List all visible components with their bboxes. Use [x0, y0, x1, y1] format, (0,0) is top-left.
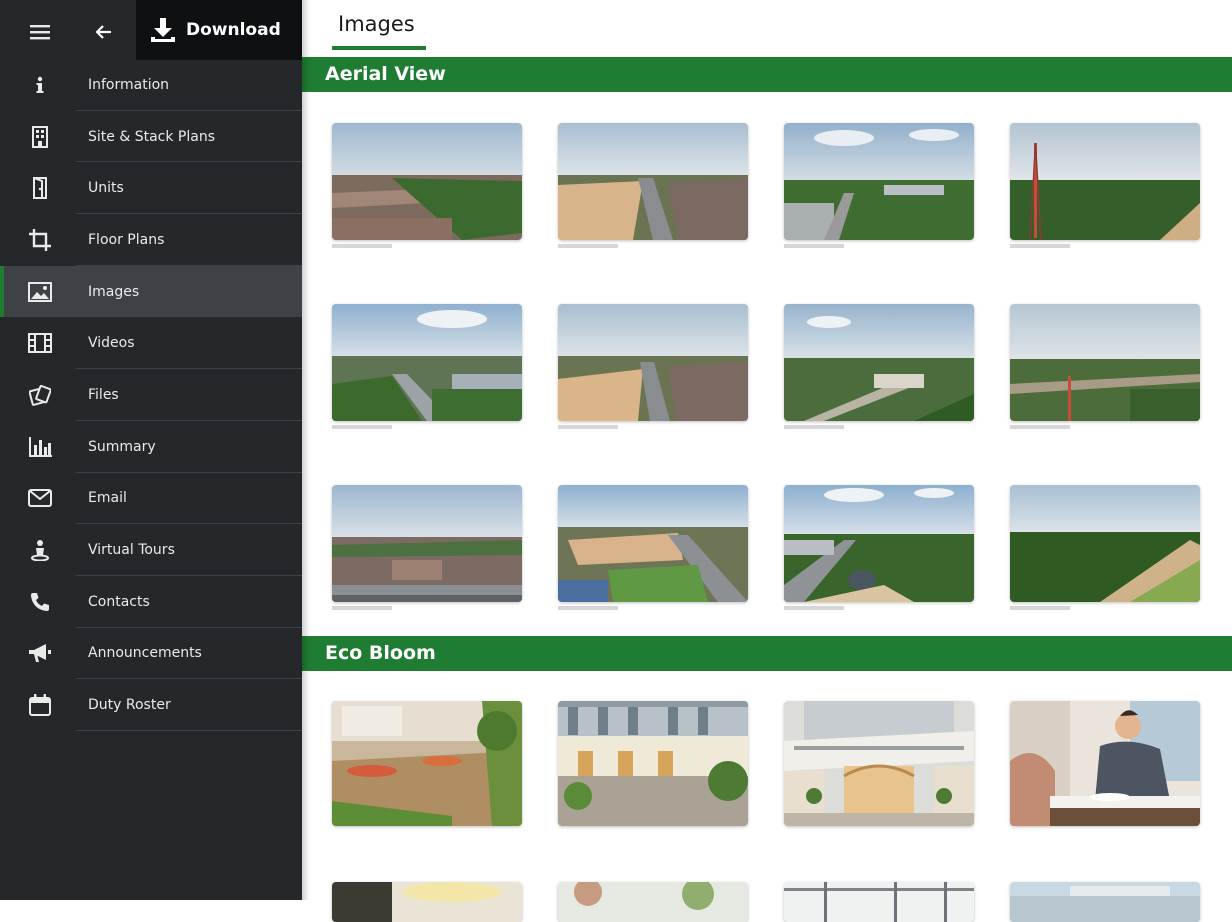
sidebar-item-label: Virtual Tours	[88, 542, 175, 559]
image-caption	[332, 425, 392, 429]
image-caption	[558, 606, 618, 610]
image-thumbnail[interactable]	[784, 123, 974, 240]
menu-button[interactable]	[22, 18, 58, 46]
divider	[76, 729, 302, 731]
image-thumbnail[interactable]	[1010, 882, 1200, 922]
section-header-aerial-view: Aerial View	[302, 57, 1232, 92]
image-thumbnail[interactable]	[558, 485, 748, 602]
image-thumbnail[interactable]	[332, 485, 522, 602]
image-thumbnail[interactable]	[332, 123, 522, 240]
files-icon	[26, 381, 54, 409]
image-thumbnail[interactable]	[1010, 485, 1200, 602]
image-thumbnail[interactable]	[332, 701, 522, 826]
crop-icon	[26, 226, 54, 254]
calendar-icon	[26, 691, 54, 719]
mail-icon	[26, 484, 54, 512]
section-header-eco-bloom: Eco Bloom	[302, 636, 1232, 671]
sidebar-item-summary[interactable]: Summary	[0, 421, 302, 473]
image-thumbnail[interactable]	[558, 701, 748, 826]
sidebar-item-label: Duty Roster	[88, 697, 171, 714]
info-icon	[26, 71, 54, 99]
image-caption	[1010, 606, 1070, 610]
sidebar-item-label: Email	[88, 490, 127, 507]
image-caption	[558, 425, 618, 429]
tab-label: Images	[338, 12, 415, 36]
image-caption	[784, 244, 844, 248]
image-caption	[332, 606, 392, 610]
sidebar: Download Information Site & Stack Plans …	[0, 0, 302, 900]
image-thumbnail[interactable]	[784, 701, 974, 826]
megaphone-icon	[26, 639, 54, 667]
sidebar-item-label: Information	[88, 76, 170, 93]
image-caption	[332, 244, 392, 248]
bar-chart-icon	[26, 433, 54, 461]
sidebar-item-units[interactable]: Units	[0, 162, 302, 215]
tab-underline	[332, 46, 426, 50]
sidebar-item-label: Site & Stack Plans	[88, 128, 215, 145]
image-thumbnail[interactable]	[558, 882, 748, 922]
sidebar-item-images[interactable]: Images	[0, 265, 302, 318]
sidebar-item-label: Images	[88, 283, 140, 300]
image-thumbnail[interactable]	[558, 304, 748, 421]
image-thumbnail[interactable]	[332, 882, 522, 922]
image-caption	[558, 244, 618, 248]
sidebar-item-floor-plans[interactable]: Floor Plans	[0, 214, 302, 266]
arrow-left-icon	[96, 25, 111, 39]
image-thumbnail[interactable]	[1010, 123, 1200, 240]
sidebar-item-email[interactable]: Email	[0, 473, 302, 525]
tab-images[interactable]: Images	[332, 0, 426, 50]
sidebar-item-label: Announcements	[88, 645, 202, 662]
image-thumbnail[interactable]	[784, 882, 974, 922]
image-thumbnail[interactable]	[784, 304, 974, 421]
image-thumbnail[interactable]	[1010, 304, 1200, 421]
phone-icon	[26, 588, 54, 616]
sidebar-item-label: Files	[88, 386, 119, 403]
image-caption	[1010, 244, 1070, 248]
sidebar-nav: Information Site & Stack Plans Units Flo…	[0, 59, 302, 731]
person-pin-icon	[26, 536, 54, 564]
sidebar-item-files[interactable]: Files	[0, 369, 302, 421]
hamburger-icon	[30, 25, 50, 40]
image-caption	[784, 425, 844, 429]
sidebar-item-label: Units	[88, 180, 124, 197]
sidebar-item-information[interactable]: Information	[0, 59, 302, 111]
main-content: Images Aerial View Eco Bloom	[302, 0, 1232, 922]
sidebar-item-announcements[interactable]: Announcements	[0, 628, 302, 680]
sidebar-header: Download	[0, 0, 302, 60]
sidebar-item-contacts[interactable]: Contacts	[0, 576, 302, 628]
sidebar-item-label: Floor Plans	[88, 231, 165, 248]
image-thumbnail[interactable]	[558, 123, 748, 240]
sidebar-item-duty-roster[interactable]: Duty Roster	[0, 679, 302, 731]
sidebar-item-label: Contacts	[88, 593, 150, 610]
building-icon	[26, 123, 54, 151]
section-title: Eco Bloom	[325, 642, 436, 664]
download-label: Download	[186, 20, 281, 40]
sidebar-item-label: Videos	[88, 335, 135, 352]
sidebar-item-videos[interactable]: Videos	[0, 317, 302, 370]
back-button[interactable]	[88, 18, 120, 46]
image-caption	[784, 606, 844, 610]
sidebar-item-site-stack-plans[interactable]: Site & Stack Plans	[0, 111, 302, 163]
download-icon	[151, 18, 175, 42]
image-thumbnail[interactable]	[1010, 701, 1200, 826]
image-thumbnail[interactable]	[332, 304, 522, 421]
image-thumbnail[interactable]	[784, 485, 974, 602]
image-icon	[26, 278, 54, 306]
section-title: Aerial View	[325, 63, 446, 85]
download-button[interactable]: Download	[136, 0, 302, 60]
sidebar-item-virtual-tours[interactable]: Virtual Tours	[0, 524, 302, 576]
sidebar-item-label: Summary	[88, 438, 156, 455]
film-icon	[26, 329, 54, 357]
image-caption	[1010, 425, 1070, 429]
door-icon	[26, 174, 54, 202]
